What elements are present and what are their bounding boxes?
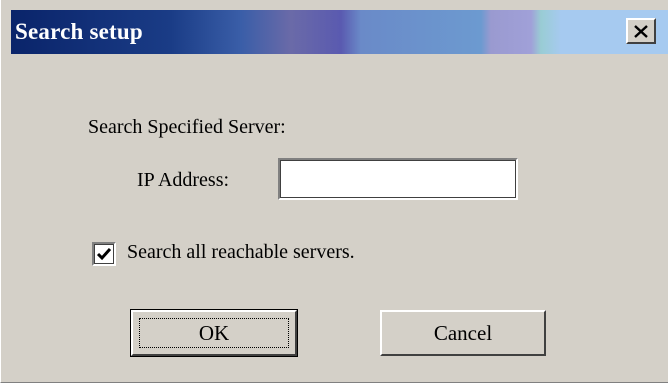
search-all-label[interactable]: Search all reachable servers.	[127, 241, 355, 264]
title-bar[interactable]: Search setup	[11, 10, 668, 54]
ip-address-label: IP Address:	[137, 169, 230, 191]
search-setup-dialog: Search setup Search Specified Server: IP…	[0, 0, 668, 383]
window-title: Search setup	[15, 19, 143, 44]
cancel-button[interactable]: Cancel	[380, 310, 546, 356]
cancel-button-label: Cancel	[433, 320, 493, 345]
close-icon	[634, 24, 648, 38]
checkmark-icon	[96, 248, 112, 261]
search-specified-server-label: Search Specified Server:	[88, 116, 286, 138]
ok-button-label: OK	[198, 320, 230, 345]
ok-button[interactable]: OK	[130, 309, 298, 357]
close-button[interactable]	[626, 18, 656, 44]
search-all-checkbox[interactable]	[92, 242, 116, 266]
ip-address-input[interactable]	[278, 158, 518, 200]
